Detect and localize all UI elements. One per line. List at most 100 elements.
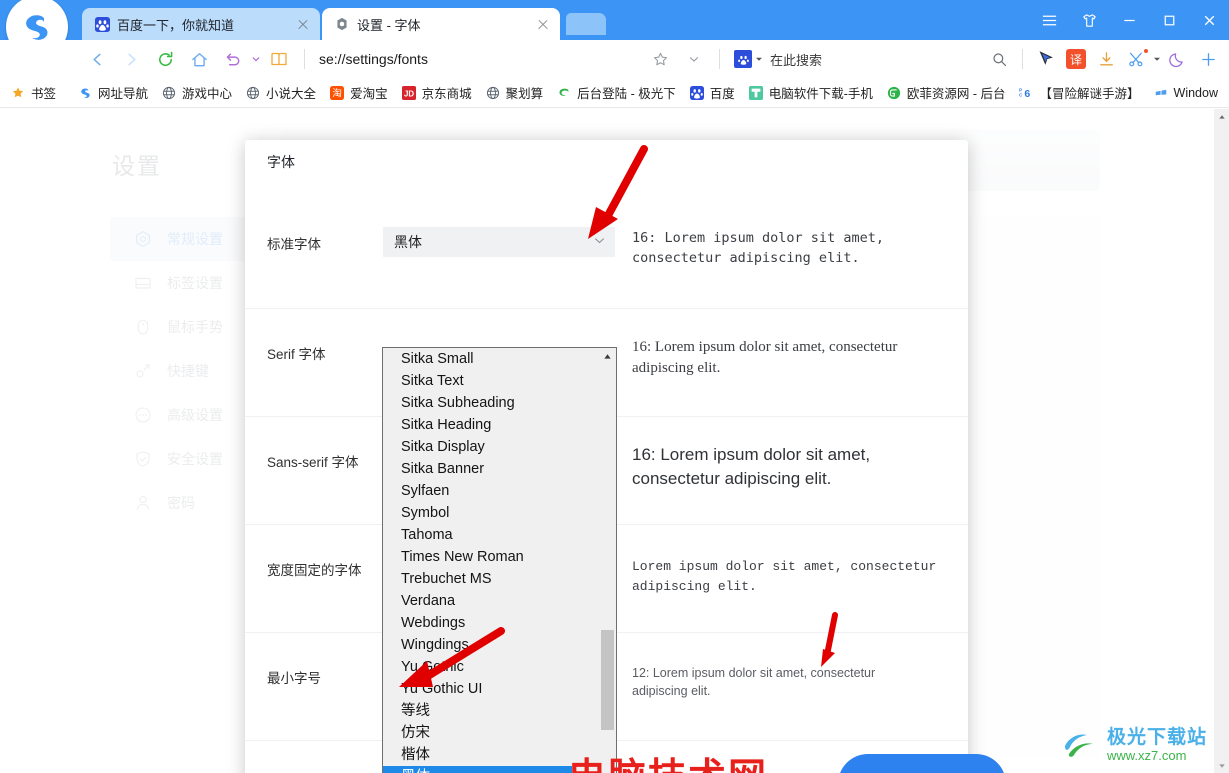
search-input-placeholder[interactable]: 在此搜索 bbox=[770, 50, 822, 69]
navigation-toolbar: se://settings/fonts 在此搜索 译 bbox=[0, 40, 1229, 78]
dropdown-option[interactable]: Sitka Text bbox=[383, 370, 616, 392]
chevron-down-icon[interactable] bbox=[677, 42, 711, 76]
new-tab-button[interactable] bbox=[566, 13, 606, 35]
dropdown-option[interactable]: Verdana bbox=[383, 590, 616, 612]
history-dropdown-icon[interactable] bbox=[250, 42, 262, 76]
bookmark-item-2[interactable]: 游戏中心 bbox=[161, 83, 232, 102]
field-label: Sans-serif 字体 bbox=[267, 455, 359, 470]
tab-close-button[interactable] bbox=[534, 15, 552, 33]
bookmark-item-8[interactable]: 百度 bbox=[689, 83, 735, 102]
green-icon bbox=[556, 85, 572, 101]
bookmark-item-9[interactable]: 电脑软件下载-手机 bbox=[748, 83, 873, 102]
bookmark-label: 欧菲资源网 - 后台 bbox=[906, 87, 1006, 101]
tab-settings-fonts[interactable]: 设置 - 字体 bbox=[322, 8, 560, 40]
jd-icon: JD bbox=[401, 85, 417, 101]
night-mode-icon[interactable] bbox=[1163, 42, 1193, 76]
reload-icon[interactable] bbox=[148, 42, 182, 76]
field-row-standard-font: 标准字体 黑体 16: Lorem ipsum dolor sit amet, … bbox=[245, 200, 968, 308]
bookmark-item-12[interactable]: Window bbox=[1153, 85, 1218, 101]
pc6-icon: PC6 bbox=[1019, 85, 1035, 101]
globe-icon bbox=[161, 85, 177, 101]
bookmark-label: 【冒险解谜手游】 bbox=[1039, 87, 1140, 101]
bookmark-item-3[interactable]: 小说大全 bbox=[245, 83, 316, 102]
xz7-watermark-url: www.xz7.com bbox=[1106, 748, 1187, 763]
maximize-button[interactable] bbox=[1149, 0, 1189, 40]
back-icon[interactable] bbox=[80, 42, 114, 76]
reading-list-icon[interactable] bbox=[262, 42, 296, 76]
search-icon[interactable] bbox=[984, 42, 1014, 76]
close-button[interactable] bbox=[1189, 0, 1229, 40]
screenshot-caret-icon[interactable] bbox=[1151, 42, 1163, 76]
globe-icon bbox=[485, 85, 501, 101]
bookmark-item-favorites[interactable]: 书签 bbox=[10, 83, 56, 102]
xz7-logo-icon bbox=[1063, 726, 1103, 765]
dropdown-option[interactable]: 仿宋 bbox=[383, 722, 616, 744]
dropdown-option[interactable]: Sitka Heading bbox=[383, 414, 616, 436]
dropdown-option-selected[interactable]: 黑体 bbox=[383, 766, 572, 773]
search-box[interactable]: 在此搜索 bbox=[728, 44, 822, 74]
dropdown-option[interactable]: Times New Roman bbox=[383, 546, 616, 568]
dropdown-option[interactable]: 等线 bbox=[383, 700, 616, 722]
history-icon[interactable] bbox=[216, 42, 250, 76]
standard-font-select[interactable]: 黑体 bbox=[383, 227, 615, 257]
download-icon[interactable] bbox=[1091, 42, 1121, 76]
bookmark-item-10[interactable]: 欧菲资源网 - 后台 bbox=[886, 83, 1006, 102]
star-icon[interactable] bbox=[643, 42, 677, 76]
baidu-icon[interactable] bbox=[734, 50, 752, 68]
tab-baidu[interactable]: 百度一下，你就知道 bbox=[82, 8, 320, 40]
dropdown-scrollbar[interactable] bbox=[599, 348, 616, 773]
font-preview-sans-serif: 16: Lorem ipsum dolor sit amet, consecte… bbox=[632, 445, 871, 488]
bookmark-item-1[interactable]: 网址导航 bbox=[77, 83, 148, 102]
dropdown-option[interactable]: Yu Gothic UI bbox=[383, 678, 616, 700]
bookmark-label: 京东商城 bbox=[421, 87, 472, 101]
field-label: Serif 字体 bbox=[267, 347, 326, 362]
tab-close-button[interactable] bbox=[294, 15, 312, 33]
cursor-icon[interactable] bbox=[1031, 42, 1061, 76]
chevron-down-icon[interactable] bbox=[593, 234, 606, 250]
toolbar-divider bbox=[304, 49, 305, 69]
bookmark-item-6[interactable]: 聚划算 bbox=[485, 83, 543, 102]
dropdown-option[interactable]: Symbol bbox=[383, 502, 616, 524]
address-bar[interactable]: se://settings/fonts bbox=[313, 44, 643, 74]
page-scrollbar[interactable] bbox=[1214, 109, 1229, 773]
menu-button[interactable] bbox=[1029, 0, 1069, 40]
scroll-down-icon[interactable] bbox=[1214, 758, 1229, 773]
dropdown-option[interactable]: Sitka Subheading bbox=[383, 392, 616, 414]
window-controls bbox=[1029, 0, 1229, 40]
search-engine-caret-icon[interactable] bbox=[755, 50, 763, 68]
bookmark-item-5[interactable]: JD 京东商城 bbox=[401, 83, 472, 102]
dropdown-option[interactable]: Sitka Banner bbox=[383, 458, 616, 480]
screenshot-badge bbox=[1144, 49, 1148, 53]
dropdown-option[interactable]: Trebuchet MS bbox=[383, 568, 616, 590]
bookmark-item-11[interactable]: PC6 【冒险解谜手游】 bbox=[1019, 83, 1140, 102]
dropdown-option[interactable]: Sitka Display bbox=[383, 436, 616, 458]
forward-icon[interactable] bbox=[114, 42, 148, 76]
translate-glyph: 译 bbox=[1066, 49, 1086, 69]
scrollbar-thumb[interactable] bbox=[601, 630, 614, 730]
translate-icon[interactable]: 译 bbox=[1061, 42, 1091, 76]
bookmark-label: 游戏中心 bbox=[182, 87, 233, 101]
dropdown-option[interactable]: Wingdings bbox=[383, 634, 616, 656]
taobao-icon: 淘 bbox=[329, 85, 345, 101]
svg-text:P: P bbox=[1019, 87, 1022, 92]
home-icon[interactable] bbox=[182, 42, 216, 76]
add-icon[interactable] bbox=[1193, 42, 1223, 76]
dropdown-option[interactable]: Sitka Small bbox=[383, 348, 616, 370]
dropdown-option[interactable]: Tahoma bbox=[383, 524, 616, 546]
screenshot-icon[interactable] bbox=[1121, 42, 1151, 76]
skin-button[interactable] bbox=[1069, 0, 1109, 40]
minimize-button[interactable] bbox=[1109, 0, 1149, 40]
scroll-up-icon[interactable] bbox=[1214, 109, 1229, 124]
xz7-watermark: 极光下载站 www.xz7.com bbox=[1063, 726, 1207, 765]
scroll-up-icon[interactable] bbox=[599, 348, 616, 365]
font-dropdown-list[interactable]: Sitka Small Sitka Text Sitka Subheading … bbox=[382, 347, 617, 773]
win-icon bbox=[1153, 85, 1169, 101]
dropdown-option[interactable]: Yu Gothic bbox=[383, 656, 616, 678]
bookmark-item-7[interactable]: 后台登陆 - 极光下 bbox=[556, 83, 676, 102]
bookmark-label: 后台登陆 - 极光下 bbox=[577, 87, 676, 101]
bookmark-label: 书签 bbox=[31, 87, 57, 101]
dropdown-option[interactable]: Sylfaen bbox=[383, 480, 616, 502]
bookmark-item-4[interactable]: 淘 爱淘宝 bbox=[329, 83, 388, 102]
tab-title: 设置 - 字体 bbox=[357, 17, 421, 33]
dropdown-option[interactable]: Webdings bbox=[383, 612, 616, 634]
